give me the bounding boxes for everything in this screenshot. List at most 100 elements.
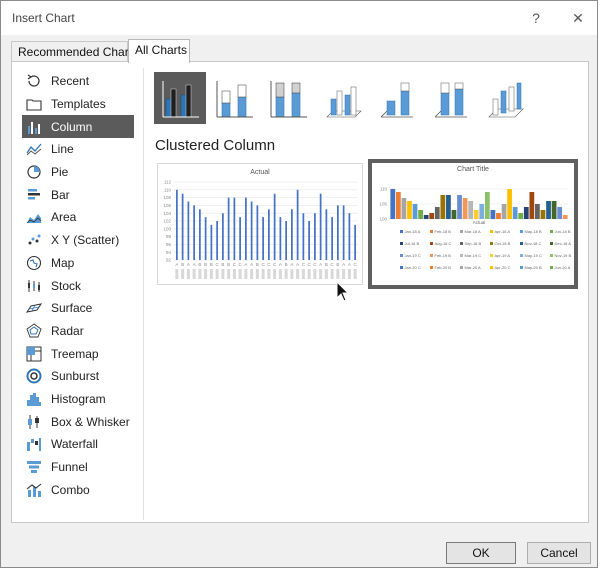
chart-type-column[interactable]: Column bbox=[22, 115, 134, 139]
bar bbox=[512, 207, 518, 219]
chart-type-label: Templates bbox=[51, 97, 106, 112]
chart-type-templates[interactable]: Templates bbox=[22, 93, 134, 116]
chart-type-box-whisker[interactable]: Box & Whisker bbox=[22, 410, 134, 433]
y-tick-label: 110 bbox=[164, 187, 172, 192]
y-tick-label: 104 bbox=[163, 211, 171, 216]
close-icon[interactable]: ✕ bbox=[567, 7, 589, 29]
treemap-chart-icon bbox=[26, 346, 42, 362]
bar bbox=[239, 217, 241, 260]
bar bbox=[418, 210, 423, 219]
y-tick-label: 102 bbox=[163, 219, 171, 224]
bar bbox=[423, 215, 429, 219]
area-chart-icon bbox=[26, 209, 42, 225]
x-sublabel bbox=[330, 269, 334, 279]
preview-chart-actual[interactable]: Actual 112 110 108 106 104 102 100 98 96 94 92 A B A A… bbox=[157, 163, 363, 285]
3d-column-icon bbox=[488, 82, 524, 118]
chart-type-surface[interactable]: Surface bbox=[22, 297, 134, 320]
chart-type-x-y-scatter[interactable]: X Y (Scatter) bbox=[22, 229, 134, 252]
x-sublabel bbox=[284, 269, 288, 279]
bar bbox=[429, 213, 435, 219]
subtype-stacked-column[interactable] bbox=[208, 72, 260, 124]
chart-type-label: Area bbox=[51, 210, 77, 225]
chart-type-label: Radar bbox=[51, 323, 84, 338]
x-sublabel bbox=[198, 269, 202, 279]
legend-swatch bbox=[520, 254, 523, 257]
chart-type-histogram[interactable]: Histogram bbox=[22, 388, 134, 411]
chart-type-sunburst[interactable]: Sunburst bbox=[22, 365, 134, 388]
chart-type-label: Bar bbox=[51, 187, 70, 202]
pie-chart-icon bbox=[26, 164, 42, 180]
legend-swatch bbox=[460, 230, 463, 233]
chart-type-bar[interactable]: Bar bbox=[22, 183, 134, 206]
chart-type-waterfall[interactable]: Waterfall bbox=[22, 433, 134, 456]
y-tick-label: 100 bbox=[163, 226, 171, 231]
ok-button[interactable]: OK bbox=[446, 542, 516, 564]
bar bbox=[401, 198, 407, 219]
y-tick-label: 106 bbox=[163, 203, 171, 208]
bar bbox=[296, 189, 299, 260]
x-sublabel bbox=[221, 269, 225, 279]
x-sublabel bbox=[232, 269, 236, 279]
chart-type-area[interactable]: Area bbox=[22, 206, 134, 229]
legend-swatch bbox=[550, 242, 553, 245]
x-sublabel bbox=[186, 269, 190, 279]
chart-type-combo[interactable]: Combo bbox=[22, 478, 134, 501]
legend-swatch bbox=[520, 230, 523, 233]
chart-type-map[interactable]: Map bbox=[22, 252, 134, 275]
x-sublabel bbox=[273, 269, 277, 279]
insert-chart-dialog: Insert Chart ? ✕ Recommended Charts All … bbox=[0, 0, 598, 568]
x-sublabel bbox=[296, 269, 300, 279]
legend-label: Nov-19 B bbox=[555, 253, 572, 258]
bar bbox=[285, 221, 287, 260]
x-tick-label: A bbox=[342, 262, 345, 267]
help-icon[interactable]: ? bbox=[525, 7, 547, 29]
bar bbox=[446, 195, 451, 219]
stacked-column-icon bbox=[216, 81, 253, 118]
subtype-3d-clustered-column[interactable] bbox=[316, 72, 368, 124]
bar bbox=[314, 213, 316, 260]
preview-chart-series[interactable]: Chart Title 110 105 100 Actual Jan-18 A Feb-1… bbox=[368, 159, 578, 289]
bar bbox=[325, 209, 328, 260]
panel-divider bbox=[143, 68, 144, 520]
chart-type-radar[interactable]: Radar bbox=[22, 320, 134, 343]
chart-type-stock[interactable]: Stock bbox=[22, 274, 134, 297]
subtype-3d-100-stacked-column[interactable] bbox=[424, 72, 476, 124]
tab-all-charts[interactable]: All Charts bbox=[128, 39, 190, 63]
x-sublabel bbox=[192, 269, 196, 279]
x-tick-label: C bbox=[273, 262, 277, 267]
bar bbox=[390, 189, 396, 219]
chart-type-pie[interactable]: Pie bbox=[22, 161, 134, 184]
percent-stacked-column-icon bbox=[270, 81, 307, 118]
x-tick-label: C bbox=[308, 262, 312, 267]
y-tick-label: 100 bbox=[379, 217, 387, 222]
bar bbox=[176, 189, 178, 260]
x-tick-label: C bbox=[302, 262, 306, 267]
y-tick-label: 94 bbox=[166, 250, 172, 255]
legend-swatch bbox=[400, 266, 403, 269]
chart-type-recent[interactable]: Recent bbox=[22, 70, 134, 93]
x-sublabel bbox=[215, 269, 219, 279]
chart-type-treemap[interactable]: Treemap bbox=[22, 342, 134, 365]
subtype-3d-stacked-column[interactable] bbox=[370, 72, 422, 124]
chart-type-funnel[interactable]: Funnel bbox=[22, 456, 134, 479]
chart-type-label: Sunburst bbox=[51, 369, 100, 384]
sunburst-chart-icon bbox=[26, 368, 42, 384]
histogram-chart-icon bbox=[26, 391, 42, 407]
subtype-3d-column[interactable] bbox=[478, 72, 530, 124]
x-sublabel bbox=[209, 269, 213, 279]
x-tick-label: B bbox=[221, 262, 224, 267]
3d-clustered-column-icon bbox=[326, 86, 362, 118]
chart-type-line[interactable]: Line bbox=[22, 138, 134, 161]
subtype-100-stacked-column[interactable] bbox=[262, 72, 314, 124]
chart-type-label: Surface bbox=[51, 301, 93, 316]
x-tick-label: A bbox=[279, 262, 282, 267]
x-sublabel bbox=[181, 269, 185, 279]
subtype-clustered-column[interactable] bbox=[154, 72, 206, 124]
line-chart-icon bbox=[26, 141, 42, 157]
tab-recommended-charts[interactable]: Recommended Charts bbox=[11, 41, 138, 61]
legend-swatch bbox=[520, 242, 523, 245]
x-sublabel bbox=[255, 269, 259, 279]
bar bbox=[204, 217, 207, 260]
cancel-button[interactable]: Cancel bbox=[527, 542, 591, 564]
bar bbox=[496, 213, 501, 219]
